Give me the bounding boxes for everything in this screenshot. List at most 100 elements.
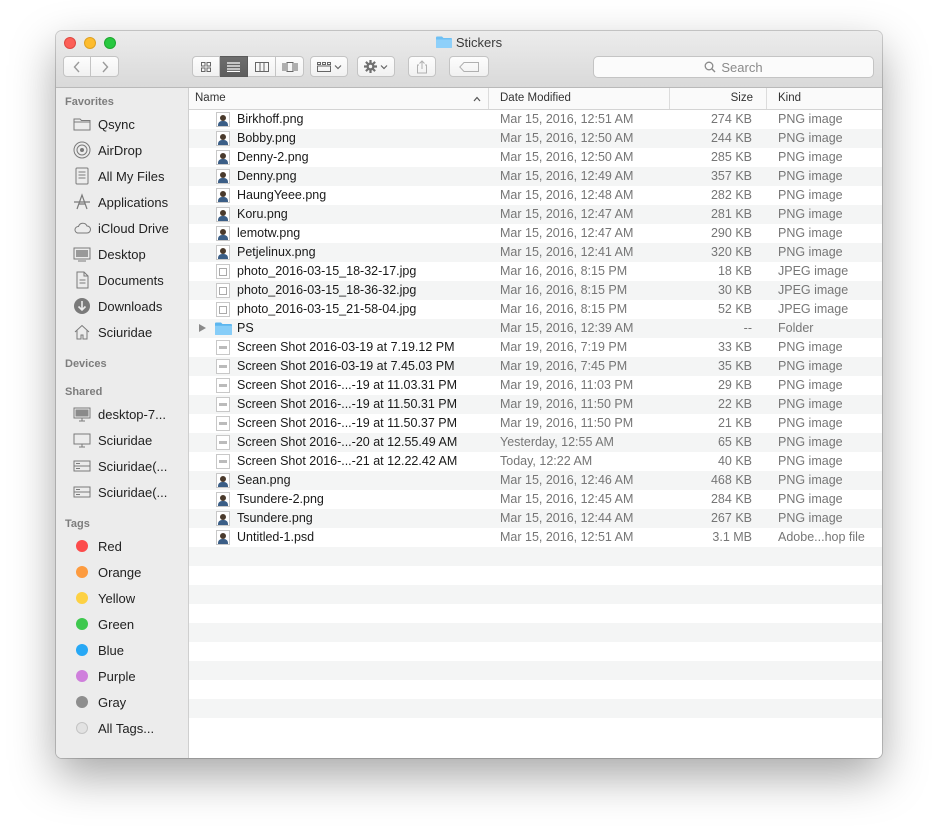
screenshot-thumbnail-icon bbox=[216, 435, 230, 450]
sidebar-item-label: desktop-7... bbox=[98, 406, 166, 422]
sidebar-all-tags[interactable]: All Tags... bbox=[72, 716, 186, 740]
cloud-icon bbox=[72, 219, 92, 237]
file-date-modified: Mar 15, 2016, 12:51 AM bbox=[500, 112, 634, 126]
file-date-modified: Mar 15, 2016, 12:50 AM bbox=[500, 150, 634, 164]
sidebar-tag-green[interactable]: Green bbox=[72, 612, 186, 636]
file-row[interactable]: lemotw.png Mar 15, 2016, 12:47 AM 290 KB PN… bbox=[189, 224, 882, 243]
sidebar-tag-red[interactable]: Red bbox=[72, 534, 186, 558]
empty-row bbox=[189, 661, 882, 680]
file-row[interactable]: HaungYeee.png Mar 15, 2016, 12:48 AM 282 K… bbox=[189, 186, 882, 205]
action-button[interactable] bbox=[357, 56, 395, 77]
file-row[interactable]: Screen Shot 2016-...-19 at 11.03.31 PM Ma… bbox=[189, 376, 882, 395]
sidebar-item-desktop[interactable]: Desktop bbox=[72, 242, 186, 266]
documents-icon bbox=[72, 271, 92, 289]
airdrop-icon bbox=[72, 141, 92, 159]
file-row[interactable]: Denny.png Mar 15, 2016, 12:49 AM 357 KB PNG… bbox=[189, 167, 882, 186]
sidebar-tag-gray[interactable]: Gray bbox=[72, 690, 186, 714]
file-row[interactable]: Bobby.png Mar 15, 2016, 12:50 AM 244 KB PNG… bbox=[189, 129, 882, 148]
file-row[interactable]: Denny-2.png Mar 15, 2016, 12:50 AM 285 KB P… bbox=[189, 148, 882, 167]
edit-tags-button[interactable] bbox=[449, 56, 489, 77]
sidebar-item-documents[interactable]: Documents bbox=[72, 268, 186, 292]
file-row[interactable]: Screen Shot 2016-03-19 at 7.19.12 PM Mar … bbox=[189, 338, 882, 357]
file-row[interactable]: Screen Shot 2016-...-21 at 12.22.42 AM To… bbox=[189, 452, 882, 471]
file-row[interactable]: Screen Shot 2016-03-19 at 7.45.03 PM Mar … bbox=[189, 357, 882, 376]
search-field[interactable]: Search bbox=[593, 56, 874, 78]
sidebar-item-label: Downloads bbox=[98, 298, 163, 314]
file-row[interactable]: Koru.png Mar 15, 2016, 12:47 AM 281 KB PNG … bbox=[189, 205, 882, 224]
sidebar-item-shared-sciuridae[interactable]: Sciuridae bbox=[72, 428, 186, 452]
cover-flow-icon bbox=[282, 61, 297, 72]
photo-thumbnail-icon bbox=[216, 112, 230, 127]
file-row[interactable]: photo_2016-03-15_18-32-17.jpg Mar 16, 201… bbox=[189, 262, 882, 281]
chevron-down-icon bbox=[334, 64, 341, 69]
sidebar-item-label: Blue bbox=[98, 642, 125, 658]
file-row[interactable]: Tsundere-2.png Mar 15, 2016, 12:45 AM 284 … bbox=[189, 490, 882, 509]
column-header-kind[interactable]: Kind bbox=[766, 88, 882, 109]
icon-view-button[interactable] bbox=[192, 56, 220, 77]
sidebar-item-icloud-drive[interactable]: iCloud Drive bbox=[72, 216, 186, 240]
file-row[interactable]: Petjelinux.png Mar 15, 2016, 12:41 AM 320 … bbox=[189, 243, 882, 262]
sidebar-item-shared-server-1[interactable]: Sciuridae(... bbox=[72, 454, 186, 478]
file-row[interactable]: Screen Shot 2016-...-19 at 11.50.37 PM Ma… bbox=[189, 414, 882, 433]
column-view-icon bbox=[254, 61, 269, 72]
sidebar-section-favorites: Favorites bbox=[65, 96, 114, 108]
empty-row bbox=[189, 604, 882, 623]
forward-button[interactable] bbox=[91, 56, 119, 77]
sidebar-tag-yellow[interactable]: Yellow bbox=[72, 586, 186, 610]
file-row[interactable]: Screen Shot 2016-...-20 at 12.55.49 AM Ye… bbox=[189, 433, 882, 452]
file-date-modified: Mar 16, 2016, 8:15 PM bbox=[500, 283, 628, 297]
display-icon bbox=[72, 431, 92, 449]
search-placeholder: Search bbox=[721, 59, 763, 75]
file-row[interactable]: photo_2016-03-15_21-58-04.jpg Mar 16, 201… bbox=[189, 300, 882, 319]
file-kind: Folder bbox=[778, 321, 814, 335]
file-name: Screen Shot 2016-...-20 at 12.55.49 AM bbox=[237, 435, 458, 449]
column-header-date[interactable]: Date Modified bbox=[488, 88, 680, 109]
file-row[interactable]: Untitled-1.psd Mar 15, 2016, 12:51 AM 3.1 … bbox=[189, 528, 882, 547]
sidebar-item-downloads[interactable]: Downloads bbox=[72, 294, 186, 318]
sidebar-item-shared-server-2[interactable]: Sciuridae(... bbox=[72, 480, 186, 504]
disclosure-triangle-icon[interactable] bbox=[199, 324, 206, 332]
file-row[interactable]: Screen Shot 2016-...-19 at 11.50.31 PM Ma… bbox=[189, 395, 882, 414]
file-date-modified: Mar 19, 2016, 7:19 PM bbox=[500, 340, 628, 354]
file-name: Sean.png bbox=[237, 473, 291, 487]
sidebar-tag-purple[interactable]: Purple bbox=[72, 664, 186, 688]
folder-row[interactable]: PS Mar 15, 2016, 12:39 AM -- Folder bbox=[189, 319, 882, 338]
list-view-button[interactable] bbox=[220, 56, 248, 77]
arrange-button[interactable] bbox=[310, 56, 348, 77]
sidebar-item-qsync[interactable]: Qsync bbox=[72, 112, 186, 136]
file-name: PS bbox=[237, 321, 254, 335]
file-kind: PNG image bbox=[778, 207, 843, 221]
file-date-modified: Mar 15, 2016, 12:51 AM bbox=[500, 530, 634, 544]
file-row[interactable]: photo_2016-03-15_18-36-32.jpg Mar 16, 201… bbox=[189, 281, 882, 300]
cover-flow-button[interactable] bbox=[276, 56, 304, 77]
file-row[interactable]: Birkhoff.png Mar 15, 2016, 12:51 AM 274 KB… bbox=[189, 110, 882, 129]
column-view-button[interactable] bbox=[248, 56, 276, 77]
back-button[interactable] bbox=[63, 56, 91, 77]
file-size: 30 KB bbox=[717, 283, 752, 297]
file-row[interactable]: Sean.png Mar 15, 2016, 12:46 AM 468 KB PNG … bbox=[189, 471, 882, 490]
file-row[interactable]: Tsundere.png Mar 15, 2016, 12:44 AM 267 KB… bbox=[189, 509, 882, 528]
file-name: Denny-2.png bbox=[237, 150, 309, 164]
empty-row bbox=[189, 547, 882, 566]
share-button[interactable] bbox=[408, 56, 436, 77]
file-size: 290 KB bbox=[710, 226, 752, 240]
column-header-size[interactable]: Size bbox=[669, 88, 753, 109]
file-kind: JPEG image bbox=[778, 302, 849, 316]
sidebar-section-shared: Shared bbox=[65, 386, 103, 398]
file-kind: PNG image bbox=[778, 188, 843, 202]
sidebar-tag-orange[interactable]: Orange bbox=[72, 560, 186, 584]
sidebar-tag-blue[interactable]: Blue bbox=[72, 638, 186, 662]
gear-icon bbox=[364, 60, 377, 73]
sidebar-section-devices[interactable]: Devices bbox=[65, 358, 107, 370]
sidebar-item-label: Sciuridae bbox=[98, 324, 153, 340]
sidebar-item-applications[interactable]: Applications bbox=[72, 190, 186, 214]
file-kind: PNG image bbox=[778, 131, 843, 145]
file-size: -- bbox=[743, 321, 752, 335]
sidebar-item-shared-desktop[interactable]: desktop-7... bbox=[72, 402, 186, 426]
sidebar-item-all-my-files[interactable]: All My Files bbox=[72, 164, 186, 188]
file-date-modified: Mar 19, 2016, 11:50 PM bbox=[500, 416, 634, 430]
column-header-name[interactable]: Name bbox=[195, 88, 485, 109]
file-date-modified: Mar 15, 2016, 12:45 AM bbox=[500, 492, 634, 506]
sidebar-item-sciuridae-home[interactable]: Sciuridae bbox=[72, 320, 186, 344]
sidebar-item-airdrop[interactable]: AirDrop bbox=[72, 138, 186, 162]
